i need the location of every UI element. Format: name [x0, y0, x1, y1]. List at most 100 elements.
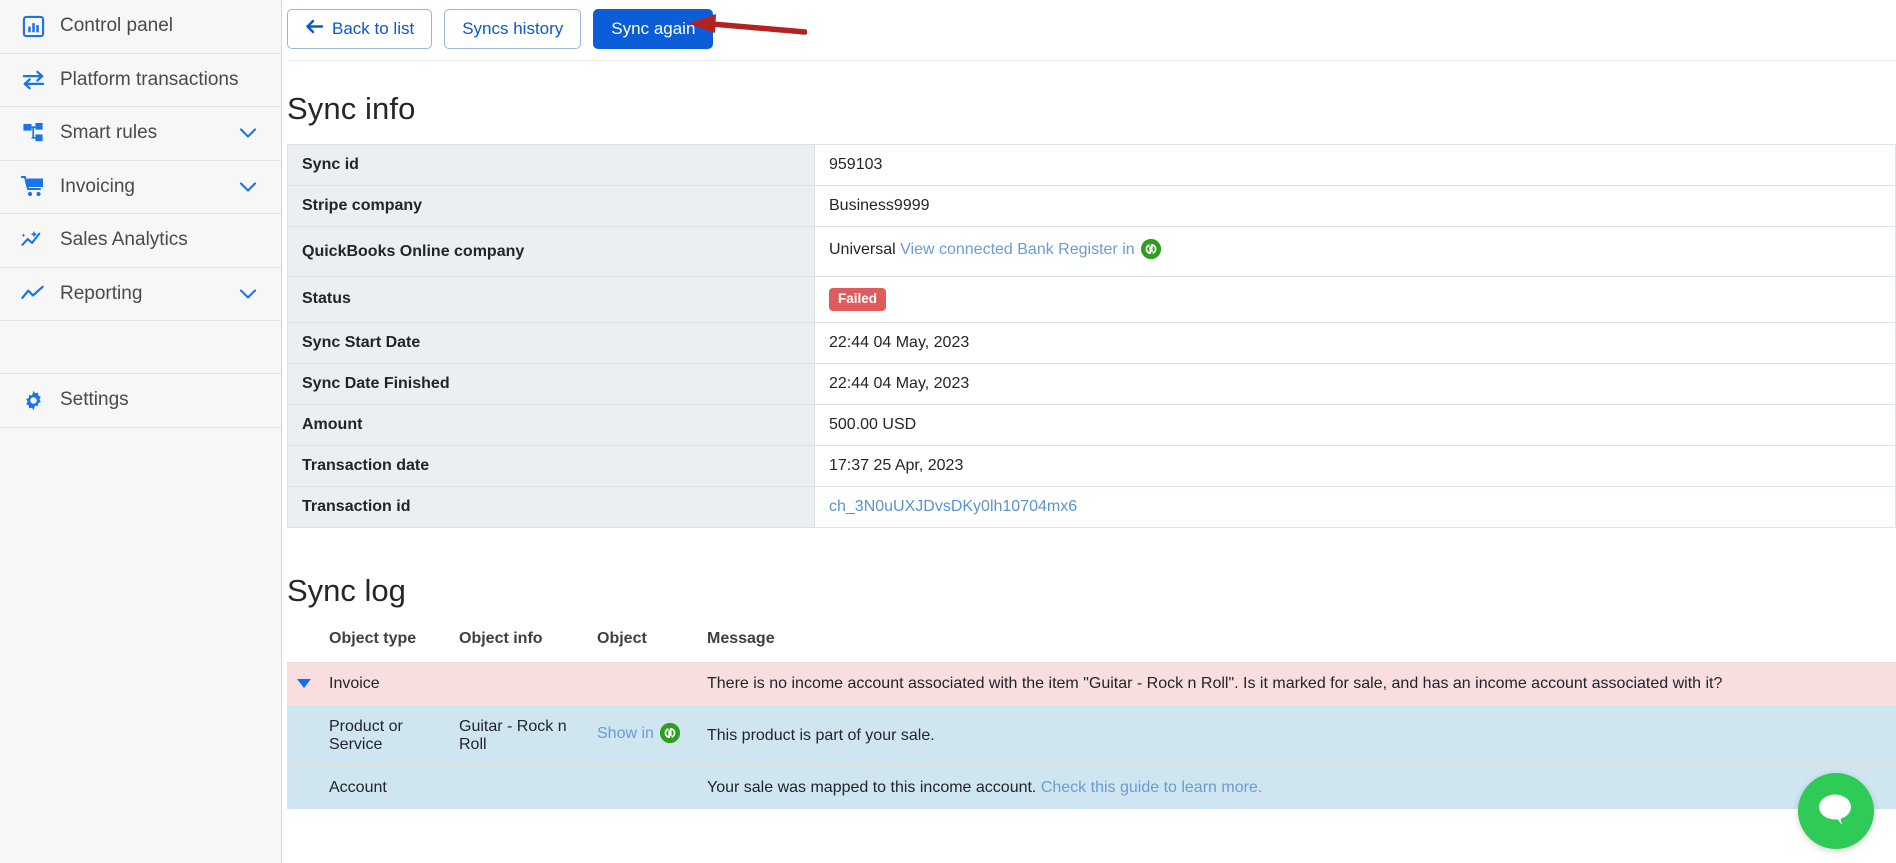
app-root: Control panel Platform transactions Smar…	[0, 0, 1896, 863]
sidebar-item-label: Invoicing	[60, 175, 135, 197]
chevron-down-icon[interactable]	[237, 122, 259, 144]
log-object-info	[449, 661, 587, 706]
log-object-info: Guitar - Rock n Roll	[449, 704, 587, 767]
row-key: Sync id	[287, 144, 815, 186]
arrow-left-icon	[305, 18, 324, 39]
log-object	[587, 661, 697, 706]
row-value-quickbooks-company: Universal View connected Bank Register i…	[814, 226, 1896, 277]
analytics-sparkle-icon	[18, 227, 48, 253]
chat-widget-button[interactable]	[1798, 773, 1874, 849]
log-message: Your sale was mapped to this income acco…	[707, 778, 1037, 796]
line-chart-icon	[18, 281, 48, 307]
table-row: Invoice There is no income account assoc…	[287, 661, 1896, 706]
table-row: Transaction date 17:37 25 Apr, 2023	[287, 444, 1896, 487]
table-row: Transaction id ch_3N0uUXJDvsDKy0lh10704m…	[287, 485, 1896, 528]
row-value-status: Failed	[814, 276, 1896, 323]
sidebar-item-invoicing[interactable]: Invoicing	[0, 160, 281, 214]
row-key: Stripe company	[287, 185, 815, 227]
sidebar-item-settings[interactable]: Settings	[0, 374, 281, 428]
quickbooks-company-name: Universal	[829, 241, 896, 258]
log-object-type: Account	[319, 765, 449, 809]
page-body: Sync info Sync id 959103 Stripe company …	[287, 91, 1896, 809]
column-header-message: Message	[707, 629, 775, 647]
row-value: 22:44 04 May, 2023	[814, 321, 1896, 364]
sidebar-item-label: Control panel	[60, 15, 174, 37]
table-header-row: Object type Object info Object Message	[287, 623, 1896, 663]
column-header-object-type: Object type	[329, 629, 417, 647]
shopping-cart-icon	[18, 174, 48, 200]
caret-down-icon[interactable]	[297, 678, 311, 688]
row-key: Transaction date	[287, 444, 815, 487]
row-value-transaction-id: ch_3N0uUXJDvsDKy0lh10704mx6	[814, 485, 1896, 528]
syncs-history-button[interactable]: Syncs history	[444, 9, 582, 49]
action-toolbar: Back to list Syncs history Sync again	[287, 0, 1896, 61]
log-message: This product is part of your sale.	[697, 704, 1896, 767]
show-in-quickbooks-link[interactable]: Show in	[597, 725, 654, 742]
row-key: QuickBooks Online company	[287, 226, 815, 277]
sidebar-item-label: Sales Analytics	[60, 229, 188, 251]
syncs-history-label: Syncs history	[462, 19, 564, 39]
row-value: 500.00 USD	[814, 403, 1896, 446]
chevron-down-icon[interactable]	[237, 176, 259, 198]
column-header-caret	[287, 623, 319, 663]
chevron-down-icon[interactable]	[237, 283, 259, 305]
row-value: 17:37 25 Apr, 2023	[814, 444, 1896, 487]
sidebar-item-control-panel[interactable]: Control panel	[0, 0, 281, 54]
back-to-list-button[interactable]: Back to list	[287, 9, 433, 49]
quickbooks-icon	[1140, 238, 1162, 265]
back-to-list-label: Back to list	[332, 19, 415, 39]
transfer-arrows-icon	[18, 67, 48, 93]
sidebar-item-label: Platform transactions	[60, 68, 239, 90]
sitemap-nodes-icon	[18, 120, 48, 146]
view-bank-register-link[interactable]: View connected Bank Register in	[900, 241, 1135, 258]
transaction-id-link[interactable]: ch_3N0uUXJDvsDKy0lh10704mx6	[829, 498, 1077, 515]
log-object-type: Product or Service	[319, 704, 449, 767]
expand-toggle-cell[interactable]	[287, 661, 319, 706]
gear-icon	[18, 387, 48, 413]
table-row: Sync id 959103	[287, 144, 1896, 186]
row-value: 22:44 04 May, 2023	[814, 362, 1896, 405]
sync-log-title: Sync log	[287, 572, 406, 608]
sidebar-item-label: Reporting	[60, 282, 143, 304]
expand-toggle-cell	[287, 765, 319, 809]
sidebar-item-label: Smart rules	[60, 122, 158, 144]
table-row: Stripe company Business9999	[287, 185, 1896, 227]
sidebar-item-smart-rules[interactable]: Smart rules	[0, 107, 281, 161]
sidebar-item-label: Settings	[60, 389, 129, 411]
table-row: Sync Start Date 22:44 04 May, 2023	[287, 321, 1896, 364]
sidebar-item-platform-transactions[interactable]: Platform transactions	[0, 53, 281, 107]
table-row: Status Failed	[287, 276, 1896, 323]
row-key: Amount	[287, 403, 815, 446]
main-content: Back to list Syncs history Sync again Sy…	[282, 0, 1896, 863]
table-row: Sync Date Finished 22:44 04 May, 2023	[287, 362, 1896, 405]
log-message-cell: Your sale was mapped to this income acco…	[697, 765, 1896, 809]
sidebar-item-sales-analytics[interactable]: Sales Analytics	[0, 214, 281, 268]
status-badge: Failed	[829, 288, 887, 311]
dashboard-chart-icon	[18, 13, 48, 39]
chat-bubble-icon	[1815, 790, 1857, 833]
table-row: Amount 500.00 USD	[287, 403, 1896, 446]
table-row: Product or Service Guitar - Rock n Roll …	[287, 704, 1896, 767]
sync-info-table: Sync id 959103 Stripe company Business99…	[287, 144, 1896, 528]
sync-log-table: Object type Object info Object Message I…	[287, 623, 1896, 809]
row-key: Transaction id	[287, 485, 815, 528]
page-title: Sync info	[287, 91, 416, 126]
column-header-object-info: Object info	[459, 629, 543, 647]
row-value: 959103	[814, 144, 1896, 186]
log-object: Show in	[587, 704, 697, 767]
table-row: QuickBooks Online company Universal View…	[287, 226, 1896, 277]
guide-link[interactable]: Check this guide to learn more.	[1041, 779, 1262, 796]
table-row: Account Your sale was mapped to this inc…	[287, 765, 1896, 809]
row-key: Sync Start Date	[287, 321, 815, 364]
sidebar: Control panel Platform transactions Smar…	[0, 0, 282, 863]
expand-toggle-cell	[287, 704, 319, 767]
row-key: Status	[287, 276, 815, 323]
sidebar-item-reporting[interactable]: Reporting	[0, 267, 281, 321]
sidebar-divider-gap	[0, 321, 281, 374]
log-message: There is no income account associated wi…	[697, 661, 1896, 706]
row-key: Sync Date Finished	[287, 362, 815, 405]
sync-again-label: Sync again	[611, 19, 696, 39]
row-value: Business9999	[814, 185, 1896, 227]
sync-again-button[interactable]: Sync again	[593, 9, 714, 49]
log-object-info	[449, 765, 587, 809]
